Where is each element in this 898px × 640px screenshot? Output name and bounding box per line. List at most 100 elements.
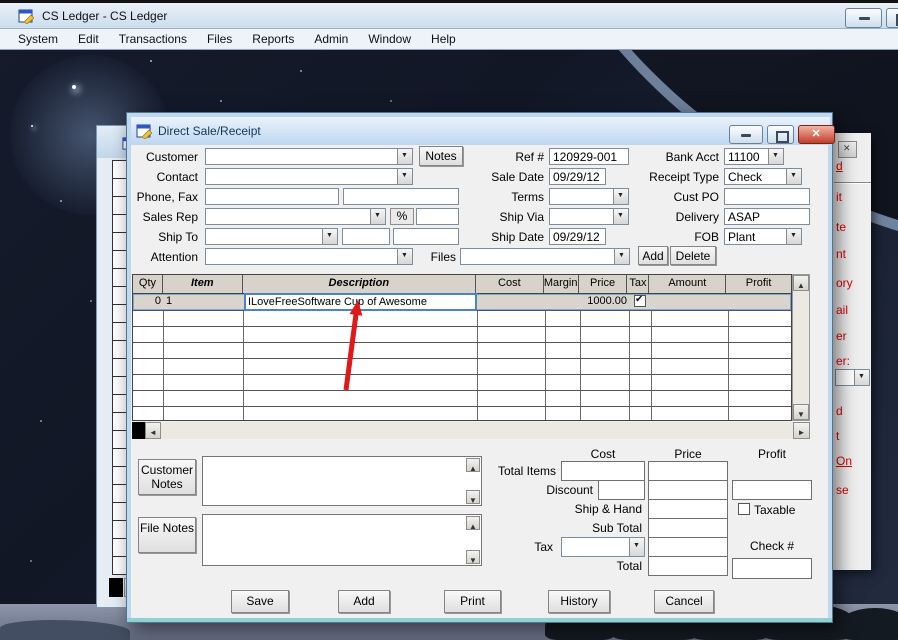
grid-row-selected[interactable]: 0 1 ILoveFreeSoftware Cup of Awesome 100… [133,294,791,310]
maximize-button[interactable] [886,8,898,28]
chevron-down-icon[interactable] [768,149,783,164]
terms-combobox[interactable] [549,188,629,205]
phone-field[interactable] [205,188,339,205]
discount-price-field[interactable] [648,480,728,500]
file-add-button[interactable]: Add [638,246,668,265]
close-icon[interactable] [838,141,857,158]
cancel-button[interactable]: Cancel [654,590,714,613]
grid-horizontal-scrollbar[interactable] [132,422,810,439]
menu-transactions[interactable]: Transactions [109,30,197,48]
menu-admin[interactable]: Admin [304,30,358,48]
history-button[interactable]: History [548,590,610,613]
chevron-down-icon[interactable] [397,149,412,164]
add-button[interactable]: Add [338,590,390,613]
clipped-link-text[interactable]: t [836,429,839,443]
delivery-field[interactable]: ASAP [724,208,810,225]
total-items-cost-field[interactable] [561,461,645,481]
chevron-down-icon[interactable] [854,370,869,385]
ship-to-field-2[interactable] [393,228,459,245]
chevron-down-icon[interactable] [613,209,628,224]
menu-files[interactable]: Files [197,30,242,48]
discount-cost-field[interactable] [598,480,645,500]
clipped-link-text[interactable]: it [836,190,842,204]
clipped-link-text[interactable]: ory [836,276,853,290]
dialog-maximize-button[interactable] [767,125,794,144]
bank-acct-combobox[interactable]: 11100 [724,148,784,165]
clipped-link-text[interactable]: ail [836,303,848,317]
scroll-right-button[interactable] [793,422,810,439]
check-number-field[interactable] [732,558,812,579]
column-header-profit[interactable]: Profit [726,275,791,293]
cust-po-field[interactable] [724,188,810,205]
clipped-link-text[interactable]: d [836,159,843,173]
menu-window[interactable]: Window [358,30,421,48]
price-cell[interactable]: 1000.00 [580,295,627,307]
file-notes-button[interactable]: File Notes [138,517,196,553]
scroll-left-button[interactable] [145,422,161,439]
column-header-item[interactable]: Item [163,275,243,293]
column-header-qty[interactable]: Qty [133,275,163,293]
taxable-checkbox[interactable] [738,503,750,515]
dialog-close-button[interactable] [798,125,835,144]
sub-total-price-field[interactable] [648,518,728,538]
customer-notes-button[interactable]: Customer Notes [138,459,196,495]
total-price-field[interactable] [648,556,728,576]
file-notes-textarea[interactable] [202,514,482,566]
chevron-down-icon[interactable] [370,209,385,224]
chevron-down-icon[interactable] [613,189,628,204]
fax-field[interactable] [343,188,459,205]
tax-price-field[interactable] [648,537,728,557]
menu-help[interactable]: Help [421,30,466,48]
chevron-down-icon[interactable] [397,169,412,184]
chevron-down-icon[interactable] [786,229,801,244]
column-header-cost[interactable]: Cost [476,275,544,293]
file-delete-button[interactable]: Delete [670,246,716,265]
sale-date-field[interactable]: 09/29/12 [549,168,606,185]
tax-combobox[interactable] [561,537,645,557]
column-header-margin[interactable]: Margin [544,275,579,293]
customer-combobox[interactable] [205,148,413,165]
tax-checkbox[interactable] [634,295,646,307]
sales-rep-combobox[interactable] [205,208,386,225]
receipt-type-combobox[interactable]: Check [724,168,802,185]
scroll-down-button[interactable] [793,404,809,420]
clipped-dropdown[interactable] [835,369,870,386]
save-button[interactable]: Save [231,590,289,613]
ship-via-combobox[interactable] [549,208,629,225]
chevron-down-icon[interactable] [614,249,629,264]
clipped-link-text[interactable]: On [836,454,852,468]
ship-to-field-1[interactable] [342,228,390,245]
discount-profit-field[interactable] [732,480,812,500]
clipped-link-text[interactable]: te [836,220,846,234]
item-cell[interactable]: 1 [166,295,240,307]
contact-combobox[interactable] [205,168,413,185]
customer-notes-textarea[interactable] [202,456,482,506]
clipped-link-text[interactable]: er [836,329,847,343]
grid-vertical-scrollbar[interactable] [792,274,810,421]
menu-reports[interactable]: Reports [242,30,304,48]
print-button[interactable]: Print [444,590,501,613]
commission-field[interactable] [416,208,459,225]
ship-date-field[interactable]: 09/29/12 [549,228,606,245]
scroll-down-button[interactable] [466,490,480,504]
total-items-price-field[interactable] [648,461,728,481]
menu-system[interactable]: System [8,30,68,48]
dialog-minimize-button[interactable] [729,125,763,144]
clipped-link-text[interactable]: d [836,404,843,418]
clipped-link-text[interactable]: se [836,483,849,497]
chevron-down-icon[interactable] [786,169,801,184]
column-header-tax[interactable]: Tax [627,275,649,293]
notes-button[interactable]: Notes [419,146,463,166]
files-combobox[interactable] [460,248,630,265]
clipped-link-text[interactable]: nt [836,247,846,261]
minimize-button[interactable] [845,8,882,28]
column-header-amount[interactable]: Amount [649,275,726,293]
menu-edit[interactable]: Edit [68,30,109,48]
scroll-up-button[interactable] [466,516,480,530]
chevron-down-icon[interactable] [322,229,337,244]
column-header-price[interactable]: Price [579,275,628,293]
chevron-down-icon[interactable] [397,249,412,264]
ship-hand-price-field[interactable] [648,499,728,519]
chevron-down-icon[interactable] [629,538,644,556]
ref-field[interactable]: 120929-001 [549,148,629,165]
